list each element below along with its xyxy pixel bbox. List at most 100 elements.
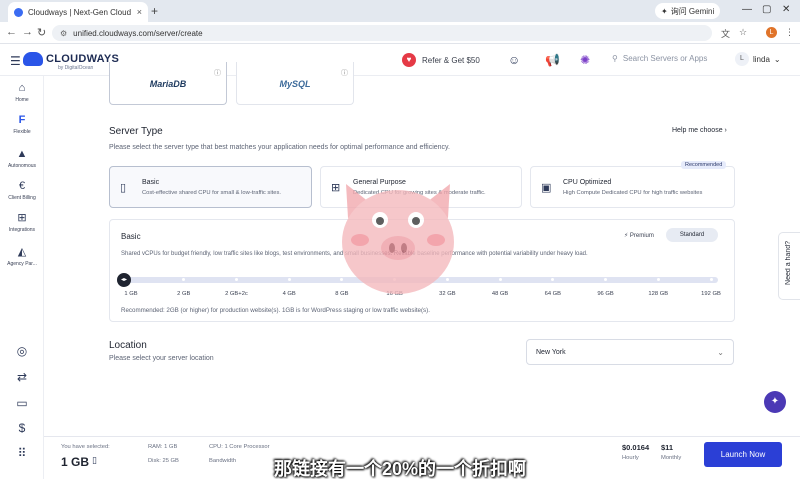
server-type-cpu-optimized[interactable]: ▣ CPU Optimized High Compute Dedicated C…	[530, 166, 735, 208]
user-name: linda	[753, 54, 770, 64]
server-type-desc: Cost-effective shared CPU for small & lo…	[142, 190, 281, 196]
new-tab-button[interactable]: +	[151, 4, 158, 18]
server-type-title: Server Type	[109, 126, 163, 137]
size-tick-label[interactable]: 128 GB	[648, 291, 668, 297]
location-title: Location	[109, 340, 147, 351]
refer-button[interactable]: ♥ Refer & Get $50	[402, 53, 480, 67]
autonomous-icon: ▲	[16, 148, 28, 160]
site-info-icon[interactable]: ⚙	[60, 29, 67, 38]
tab-close-icon[interactable]: ×	[137, 7, 142, 17]
need-a-hand-tab[interactable]: Need a hand?	[778, 232, 800, 300]
standard-toggle[interactable]: Standard	[666, 228, 718, 242]
integrations-icon: ⊞	[17, 212, 27, 224]
size-slider-tick[interactable]	[498, 278, 502, 281]
announcement-icon[interactable]: 📢	[545, 53, 560, 67]
folder-icon[interactable]: ▭	[0, 396, 44, 410]
server-type-description: Please select the server type that best …	[109, 144, 450, 151]
dollar-icon[interactable]: $	[0, 421, 44, 435]
search-icon: ⚲	[612, 54, 618, 63]
db-option-label: MySQL	[279, 79, 311, 89]
server-type-desc: High Compute Dedicated CPU for high traf…	[563, 190, 703, 196]
cpu-optimized-icon: ▣	[541, 182, 552, 194]
size-tick-label[interactable]: 2 GB+2c	[225, 291, 248, 297]
info-icon[interactable]: ⓘ	[214, 68, 221, 78]
ram-spec: RAM: 1 GB	[148, 444, 178, 450]
size-tick-label[interactable]: 64 GB	[545, 291, 561, 297]
location-select[interactable]: New York ⌄	[526, 339, 734, 365]
heart-icon: ♥	[402, 53, 416, 67]
server-type-basic[interactable]: ▯ Basic Cost-effective shared CPU for sm…	[109, 166, 312, 208]
maximize-icon[interactable]: ▢	[762, 4, 771, 15]
server-type-label: CPU Optimized	[563, 179, 612, 186]
tab-title: Cloudways | Next-Gen Cloud	[28, 7, 132, 17]
forward-icon[interactable]: →	[22, 26, 33, 38]
sidebar-item-home[interactable]: ⌂ Home	[0, 82, 44, 103]
sidebar-item-flexible[interactable]: F Flexible	[0, 114, 44, 135]
db-option-label: MariaDB	[149, 79, 187, 89]
sidebar-item-label: Client Billing	[8, 195, 36, 201]
browser-menu-icon[interactable]: ⋮	[785, 27, 794, 38]
db-option-mariadb[interactable]: ⓘ MariaDB	[109, 62, 227, 105]
size-tick-label[interactable]: 96 GB	[597, 291, 613, 297]
chat-assistant-button[interactable]: ✦	[764, 391, 786, 413]
cpu-spec: CPU: 1 Core Processor	[209, 444, 270, 450]
cloudways-favicon-icon	[14, 7, 23, 17]
hourly-price: $0.0164	[622, 443, 650, 452]
size-tick-label[interactable]: 2 GB	[177, 291, 190, 297]
browser-tab-bar: Cloudways | Next-Gen Cloud × + ✦ 询问 Gemi…	[0, 0, 800, 22]
size-slider-tick[interactable]	[234, 278, 238, 281]
sidebar-item-label: Agency Par...	[7, 261, 37, 267]
premium-label: Premium	[629, 233, 654, 239]
sidebar-item-autonomous[interactable]: ▲ Autonomous	[0, 148, 44, 169]
menu-icon[interactable]: ☰	[10, 54, 21, 68]
size-slider-tick[interactable]	[287, 278, 291, 281]
help-me-choose-link[interactable]: Help me choose ›	[672, 127, 727, 134]
sidebar-item-agency[interactable]: ◭ Agency Par...	[0, 246, 44, 267]
location-description: Please select your server location	[109, 355, 214, 362]
sidebar-item-client-billing[interactable]: € Client Billing	[0, 180, 44, 201]
premium-toggle[interactable]: ⚡ Premium	[624, 232, 654, 239]
size-slider-handle[interactable]: ◂▸	[117, 273, 131, 287]
minimize-icon[interactable]: —	[742, 4, 752, 15]
sync-icon[interactable]: ⇄	[0, 370, 44, 384]
help-link-label: Help me choose	[672, 127, 723, 134]
info-icon[interactable]: ⓘ	[341, 68, 348, 78]
back-icon[interactable]: ←	[6, 26, 17, 38]
size-tick-label[interactable]: 48 GB	[492, 291, 508, 297]
billing-icon: €	[18, 180, 26, 192]
sidebar: ⌂ Home F Flexible ▲ Autonomous € Client …	[0, 76, 44, 479]
size-slider-tick[interactable]	[656, 278, 660, 281]
db-option-mysql[interactable]: ⓘ MySQL	[236, 62, 354, 105]
chevron-down-icon: ⌄	[717, 348, 724, 357]
bot-icon[interactable]: ☺	[508, 53, 520, 67]
size-tick-label[interactable]: 1 GB	[124, 291, 137, 297]
bookmark-star-icon[interactable]: ☆	[739, 27, 747, 38]
server-type-label: Basic	[142, 179, 160, 186]
video-subtitle: 那链接有一个20%的一个折扣啊	[273, 459, 527, 479]
browser-tab[interactable]: Cloudways | Next-Gen Cloud ×	[8, 2, 148, 22]
gemini-button[interactable]: ✦ 询问 Gemini	[655, 3, 721, 19]
search-input[interactable]: Search Servers or Apps	[623, 54, 707, 63]
size-tick-label[interactable]: 4 GB	[283, 291, 296, 297]
browser-profile-avatar[interactable]: L	[766, 27, 777, 38]
window-close-icon[interactable]: ✕	[782, 4, 790, 15]
translate-icon[interactable]: 文	[721, 27, 730, 40]
reload-icon[interactable]: ↻	[37, 26, 46, 39]
cloudways-logo-icon	[23, 52, 43, 66]
pig-watermark-icon	[342, 184, 454, 294]
agency-icon: ◭	[17, 246, 27, 258]
lightning-icon: ⚡	[624, 233, 629, 239]
size-tick-label[interactable]: 192 GB	[701, 291, 721, 297]
sidebar-item-integrations[interactable]: ⊞ Integrations	[0, 212, 44, 233]
location-selected-value: New York	[536, 349, 566, 356]
support-icon[interactable]: ◎	[0, 344, 44, 358]
user-menu[interactable]: L linda ⌄	[735, 52, 781, 66]
flexible-icon: F	[18, 114, 26, 126]
home-icon: ⌂	[18, 82, 26, 94]
search-bar[interactable]: ⚲ Search Servers or Apps	[612, 54, 707, 63]
url-field[interactable]: ⚙ unified.cloudways.com/server/create	[52, 25, 712, 41]
need-a-hand-label: Need a hand?	[785, 241, 792, 285]
copilot-icon[interactable]: ✺	[580, 53, 590, 67]
size-slider-tick[interactable]	[709, 278, 713, 281]
url-text: unified.cloudways.com/server/create	[73, 28, 203, 38]
